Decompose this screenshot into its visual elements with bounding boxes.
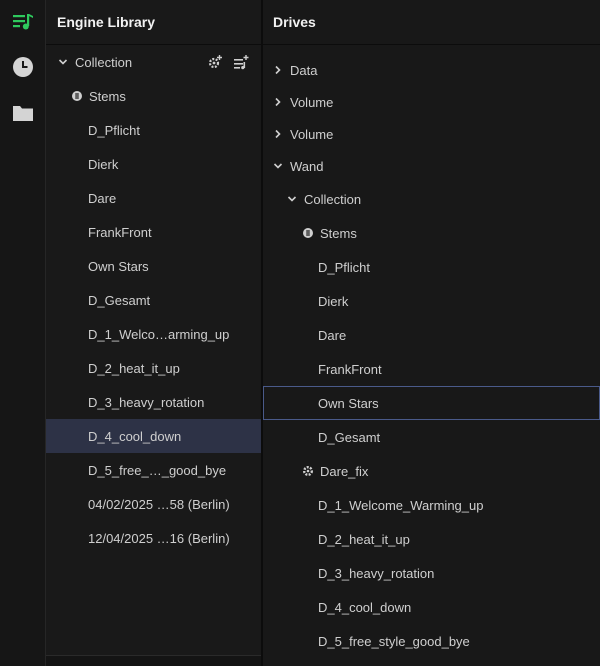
list-item-label: 04/02/2025 …58 (Berlin) [88, 496, 230, 512]
chevron-down-icon[interactable] [58, 57, 68, 67]
list-item[interactable]: Dierk [263, 284, 348, 318]
list-item[interactable]: FrankFront [263, 352, 382, 386]
collection-row[interactable]: Collection [263, 182, 361, 216]
list-item-label: 12/04/2025 …16 (Berlin) [88, 530, 230, 546]
list-item-label: D_4_cool_down [88, 428, 182, 444]
stems-icon [72, 91, 82, 101]
list-item[interactable]: D_1_Welco…arming_up [46, 317, 229, 351]
list-item[interactable]: D_Gesamt [263, 420, 380, 454]
list-item-label: D_Gesamt [88, 292, 151, 308]
list-item[interactable]: D_1_Welcome_Warming_up [263, 488, 483, 522]
list-item[interactable]: Stems [46, 79, 261, 113]
list-item[interactable]: D_3_heavy_rotation [263, 556, 434, 590]
list-item-label: D_3_heavy_rotation [318, 565, 435, 581]
drive-row[interactable]: Volume [263, 85, 333, 119]
list-item-label: Stems [320, 225, 357, 241]
list-item[interactable]: Dare [263, 318, 346, 352]
collection-row[interactable]: Collection [46, 45, 261, 79]
add-playlist-icon[interactable] [233, 54, 249, 70]
list-item[interactable]: D_Pflicht [263, 250, 370, 284]
chevron-right-icon[interactable] [273, 129, 283, 139]
drive-label: Wand [290, 158, 324, 174]
list-item-label: Own Stars [88, 258, 149, 274]
side-rail [0, 0, 46, 666]
drive-row[interactable]: Data [263, 53, 317, 87]
list-item-label: Dare [318, 327, 347, 343]
list-item[interactable]: Dare_fix [263, 454, 368, 488]
list-item-label: FrankFront [318, 361, 382, 377]
list-item-focused[interactable]: Own Stars [263, 386, 600, 420]
chevron-down-icon[interactable] [287, 194, 297, 204]
horizontal-scrollbar[interactable] [46, 655, 261, 666]
list-item-label: D_Gesamt [318, 429, 381, 445]
playlists-icon[interactable] [0, 2, 45, 42]
drive-label: Volume [290, 94, 334, 110]
smart-crate-icon [303, 466, 313, 476]
engine-library-title: Engine Library [46, 0, 261, 45]
list-item-label: D_4_cool_down [318, 599, 412, 615]
list-item[interactable]: D_2_heat_it_up [46, 351, 180, 385]
drive-row[interactable]: Wand [263, 149, 323, 183]
drives-title: Drives [263, 0, 600, 45]
chevron-down-icon[interactable] [273, 161, 283, 171]
list-item[interactable]: 04/02/2025 …58 (Berlin) [46, 487, 230, 521]
list-item-label: D_2_heat_it_up [318, 531, 410, 547]
chevron-right-icon[interactable] [273, 65, 283, 75]
collection-label: Collection [304, 191, 362, 207]
drives-pane: Drives Data Volume Volume Wand Collectio… [263, 0, 600, 666]
list-item-label: D_2_heat_it_up [88, 360, 180, 376]
drive-label: Data [290, 62, 318, 78]
list-item[interactable]: D_Gesamt [46, 283, 150, 317]
list-item-label: D_1_Welcome_Warming_up [318, 497, 484, 513]
list-item-label: Dierk [88, 156, 119, 172]
list-item-label: D_3_heavy_rotation [88, 394, 205, 410]
drive-label: Volume [290, 126, 334, 142]
drive-row[interactable]: Volume [263, 117, 333, 151]
list-item[interactable]: D_5_free_…_good_bye [46, 453, 226, 487]
list-item-label: Dare_fix [320, 463, 369, 479]
folder-icon[interactable] [0, 93, 45, 133]
list-item[interactable]: D_4_cool_down [263, 590, 411, 624]
list-item-label: Own Stars [318, 395, 379, 411]
list-item-selected[interactable]: D_4_cool_down [46, 419, 261, 453]
list-item[interactable]: D_5_free_style_good_bye [263, 624, 470, 658]
list-item[interactable]: FrankFront [46, 215, 152, 249]
list-item[interactable]: 12/04/2025 …16 (Berlin) [46, 521, 230, 555]
collection-label: Collection [75, 54, 133, 70]
list-item-label: D_1_Welco…arming_up [88, 326, 230, 342]
list-item[interactable]: D_3_heavy_rotation [46, 385, 204, 419]
add-smart-crate-icon[interactable] [207, 54, 223, 70]
list-item[interactable]: Dare [46, 181, 116, 215]
history-icon[interactable] [0, 47, 45, 87]
list-item-label: Dare [88, 190, 117, 206]
list-item[interactable]: D_2_heat_it_up [263, 522, 410, 556]
list-item-label: D_5_free_…_good_bye [88, 462, 227, 478]
list-item-label: Stems [89, 88, 126, 104]
list-item-label: D_Pflicht [318, 259, 371, 275]
list-item[interactable]: Stems [263, 216, 357, 250]
list-item[interactable]: D_Pflicht [46, 113, 140, 147]
list-item-label: D_Pflicht [88, 122, 141, 138]
chevron-right-icon[interactable] [273, 97, 283, 107]
engine-library-pane: Engine Library Collection Stems D_Pflich… [46, 0, 263, 666]
list-item-label: FrankFront [88, 224, 152, 240]
list-item[interactable]: Dierk [46, 147, 118, 181]
list-item[interactable]: Own Stars [46, 249, 149, 283]
list-item-label: Dierk [318, 293, 349, 309]
list-item-label: D_5_free_style_good_bye [318, 633, 470, 649]
stems-icon [303, 228, 313, 238]
